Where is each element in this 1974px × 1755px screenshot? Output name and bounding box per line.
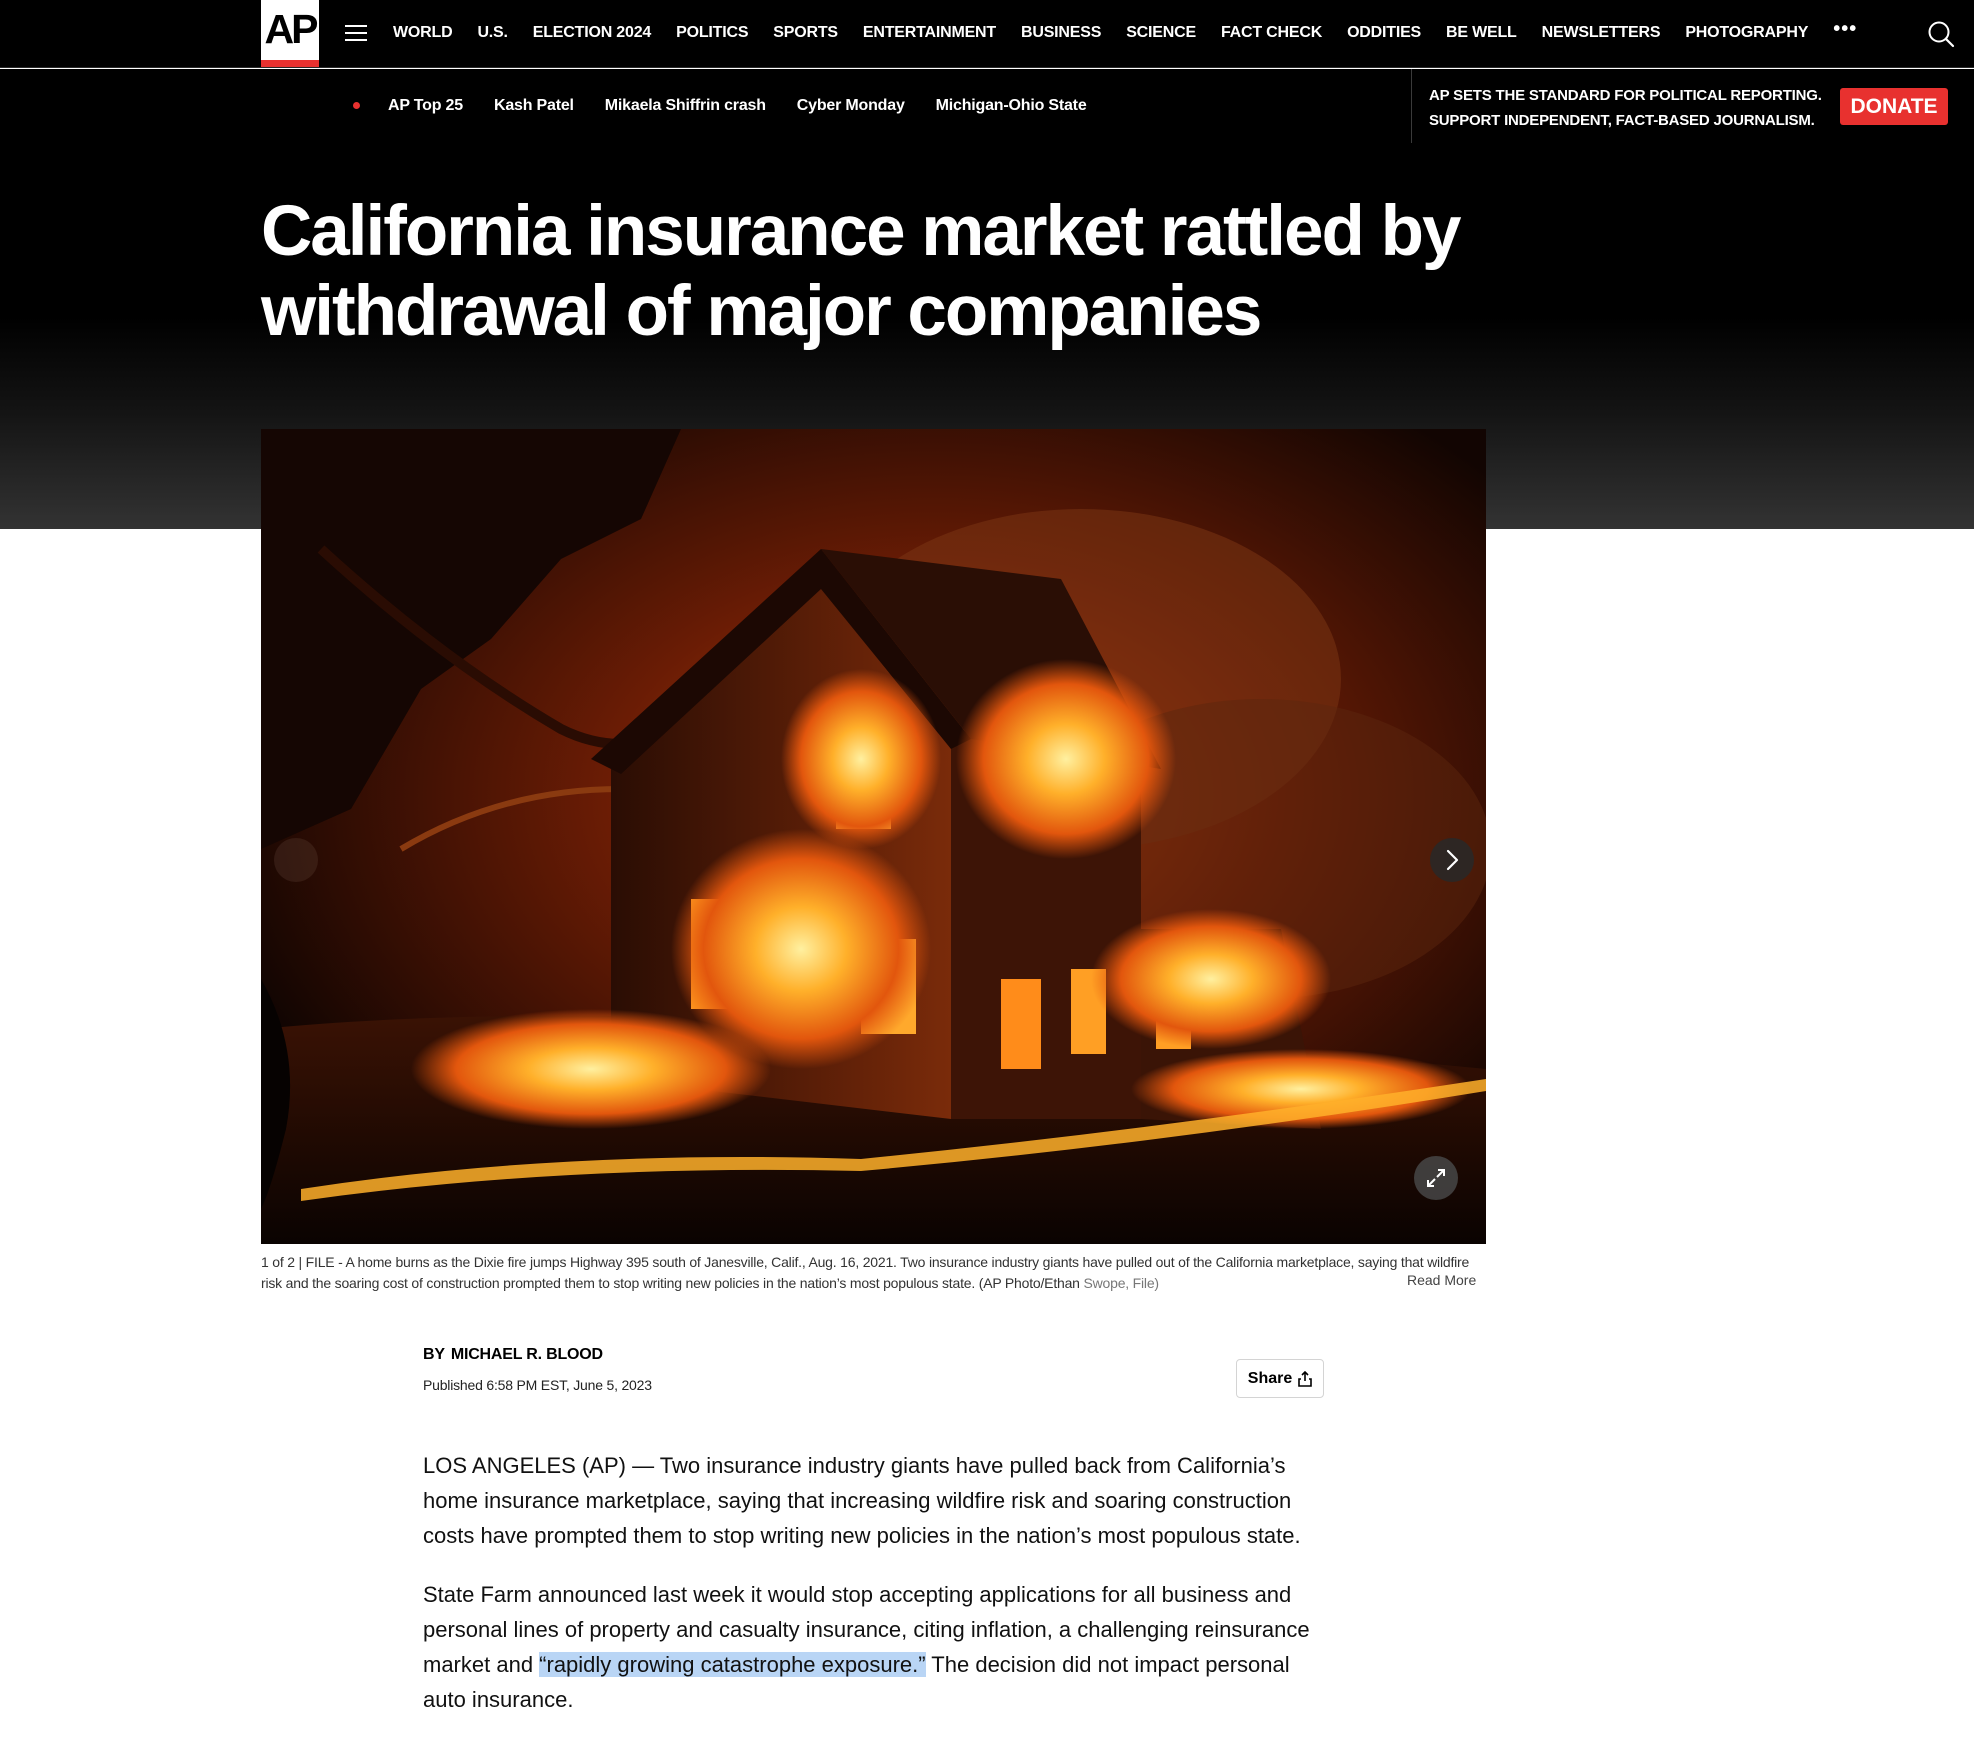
- read-more-link[interactable]: Read More: [1407, 1272, 1476, 1288]
- promo-divider: [1411, 69, 1412, 143]
- nav-link-science[interactable]: SCIENCE: [1126, 24, 1196, 42]
- nav-link-photography[interactable]: PHOTOGRAPHY: [1685, 24, 1808, 42]
- promo-message[interactable]: AP SETS THE STANDARD FOR POLITICAL REPOR…: [1429, 83, 1822, 133]
- nav-link-fact-check[interactable]: FACT CHECK: [1221, 24, 1322, 42]
- hamburger-menu-icon[interactable]: [345, 25, 367, 43]
- nav-link-be-well[interactable]: BE WELL: [1446, 24, 1517, 42]
- byline: BY MICHAEL R. BLOOD: [423, 1346, 603, 1364]
- paragraph-2: State Farm announced last week it would …: [423, 1577, 1323, 1717]
- article-headline: California insurance market rattled by w…: [261, 192, 1461, 351]
- lead-photo-burning-house[interactable]: [261, 429, 1486, 1244]
- gallery-counter: 1 of 2 |: [261, 1254, 302, 1270]
- nav-link-sports[interactable]: SPORTS: [773, 24, 838, 42]
- trending-links: AP Top 25 Kash Patel Mikaela Shiffrin cr…: [388, 69, 1118, 143]
- nav-link-newsletters[interactable]: NEWSLETTERS: [1542, 24, 1661, 42]
- caption-credit-tail: Swope, File): [1079, 1275, 1159, 1291]
- paragraph-1: LOS ANGELES (AP) — Two insurance industr…: [423, 1453, 1301, 1548]
- nav-link-us[interactable]: U.S.: [477, 24, 508, 42]
- chevron-right-icon: [1446, 849, 1459, 871]
- trending-dot-icon: [353, 102, 360, 109]
- byline-prefix: BY: [423, 1346, 445, 1363]
- published-timestamp: Published 6:58 PM EST, June 5, 2023: [423, 1377, 652, 1393]
- photo-caption: 1 of 2 | FILE - A home burns as the Dixi…: [261, 1252, 1486, 1294]
- promo-line-1: AP SETS THE STANDARD FOR POLITICAL REPOR…: [1429, 87, 1822, 104]
- donate-button[interactable]: DONATE: [1840, 88, 1948, 125]
- author-name[interactable]: MICHAEL R. BLOOD: [451, 1346, 603, 1363]
- trending-link-shiffrin-crash[interactable]: Mikaela Shiffrin crash: [605, 97, 766, 115]
- ap-logo-red-bar: [261, 60, 319, 67]
- trending-bar: AP Top 25 Kash Patel Mikaela Shiffrin cr…: [0, 69, 1974, 143]
- nav-link-election-2024[interactable]: ELECTION 2024: [533, 24, 652, 42]
- share-label: Share: [1247, 1369, 1293, 1387]
- expand-icon: [1427, 1169, 1445, 1187]
- expand-photo-button[interactable]: [1414, 1156, 1458, 1200]
- promo-line-2: SUPPORT INDEPENDENT, FACT-BASED JOURNALI…: [1429, 112, 1815, 129]
- trending-link-ap-top-25[interactable]: AP Top 25: [388, 97, 463, 115]
- trending-link-michigan-ohio-state[interactable]: Michigan-Ohio State: [936, 97, 1087, 115]
- highlighted-quote: “rapidly growing catastrophe exposure.”: [539, 1652, 926, 1677]
- nav-link-politics[interactable]: POLITICS: [676, 24, 748, 42]
- nav-link-oddities[interactable]: ODDITIES: [1347, 24, 1421, 42]
- more-menu-icon[interactable]: •••: [1833, 18, 1857, 41]
- top-navigation: AP WORLD U.S. ELECTION 2024 POLITICS SPO…: [0, 0, 1974, 68]
- ap-logo[interactable]: AP: [261, 0, 319, 67]
- trending-link-kash-patel[interactable]: Kash Patel: [494, 97, 574, 115]
- trending-link-cyber-monday[interactable]: Cyber Monday: [797, 97, 905, 115]
- share-icon: [1298, 1370, 1313, 1387]
- main-nav-links: WORLD U.S. ELECTION 2024 POLITICS SPORTS…: [393, 0, 1857, 66]
- article-body: LOS ANGELES (AP) — Two insurance industr…: [423, 1448, 1323, 1741]
- caption-text: FILE - A home burns as the Dixie fire ju…: [261, 1254, 1470, 1291]
- search-icon[interactable]: [1927, 20, 1955, 48]
- share-button[interactable]: Share: [1236, 1359, 1324, 1398]
- nav-link-world[interactable]: WORLD: [393, 24, 453, 42]
- gallery-previous-button[interactable]: [274, 838, 318, 882]
- nav-link-entertainment[interactable]: ENTERTAINMENT: [863, 24, 996, 42]
- ap-logo-text: AP: [264, 6, 319, 52]
- gallery-next-button[interactable]: [1430, 838, 1474, 882]
- nav-link-business[interactable]: BUSINESS: [1021, 24, 1101, 42]
